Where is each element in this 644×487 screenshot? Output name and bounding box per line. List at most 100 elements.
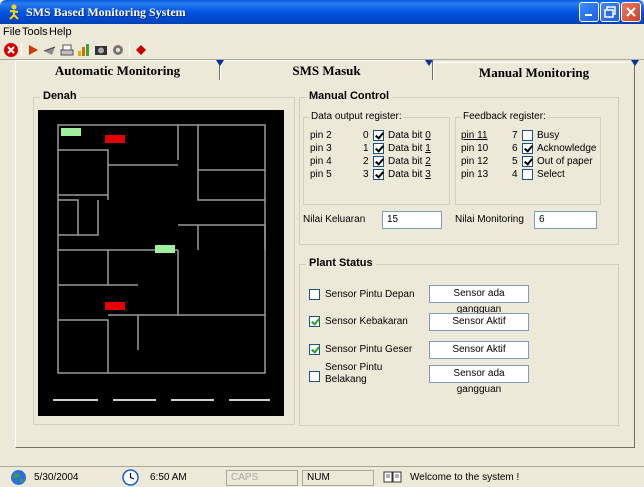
acknowledge-checkbox[interactable] [522, 143, 533, 154]
close-icon [626, 7, 636, 17]
sensor-kebakaran-checkbox[interactable] [309, 316, 320, 327]
out-of-paper-label: Out of paper [537, 156, 593, 167]
feedback-row: pin 13 4 Select [461, 169, 599, 181]
pin-label: pin 11 [461, 130, 488, 141]
status-caps: CAPS [226, 470, 298, 486]
nilai-keluaran-label: Nilai Keluaran [303, 214, 366, 225]
feedback-row: pin 10 6 Acknowledge [461, 143, 599, 155]
status-date: 5/30/2004 [10, 470, 120, 486]
window-title: SMS Based Monitoring System [26, 5, 186, 19]
data-bit-3-checkbox[interactable] [373, 169, 384, 180]
maximize-button[interactable] [600, 2, 620, 22]
plant-status-title: Plant Status [306, 257, 376, 269]
time-text: 6:50 AM [150, 472, 187, 483]
status-time: 6:50 AM [122, 469, 222, 486]
bit-number: 5 [512, 156, 518, 167]
record-icon[interactable] [133, 42, 149, 58]
status-bar: 5/30/2004 6:50 AM CAPS NUM Welcome to th… [0, 466, 644, 487]
output-row: pin 5 3 Data bit 3 [310, 169, 448, 181]
manual-monitoring-panel: Denah Manual Control Data output registe… [15, 80, 635, 448]
minimize-icon [585, 14, 592, 16]
close-button[interactable] [621, 2, 641, 22]
chart-icon[interactable] [76, 42, 92, 58]
printer-icon[interactable] [59, 42, 75, 58]
sensor-indicator-green [155, 245, 175, 253]
bit-number: 2 [363, 156, 369, 167]
bit-number: 6 [512, 143, 518, 154]
plant-status-group: Plant Status Sensor Pintu Depan Sensor a… [299, 257, 619, 426]
sensor-pintu-depan-status: Sensor ada gangguan [429, 285, 529, 315]
tab-marker [631, 60, 639, 66]
data-bit-0-label: Data bit 0 [388, 130, 431, 141]
output-row: pin 2 0 Data bit 0 [310, 130, 448, 142]
nilai-monitoring-label: Nilai Monitoring [455, 214, 524, 225]
out-of-paper-checkbox[interactable] [522, 156, 533, 167]
data-output-register-title: Data output register: [309, 111, 404, 122]
status-num: NUM [302, 470, 374, 486]
floor-plan-map [38, 110, 284, 416]
send-icon[interactable] [42, 42, 58, 58]
tab-sms-masuk[interactable]: SMS Masuk [220, 60, 433, 80]
clock-icon [122, 469, 139, 486]
sensor-pintu-geser-status: Sensor Aktif [429, 341, 529, 359]
tab-automatic-monitoring[interactable]: Automatic Monitoring [15, 60, 220, 80]
data-bit-1-checkbox[interactable] [373, 143, 384, 154]
app-icon [9, 4, 19, 20]
sensor-indicator-green [61, 128, 81, 136]
title-bar: SMS Based Monitoring System [0, 0, 644, 24]
acknowledge-label: Acknowledge [537, 143, 597, 154]
globe-icon [11, 470, 26, 485]
sensor-pintu-depan-checkbox[interactable] [309, 289, 320, 300]
menu-bar: File Tools Help [0, 24, 644, 40]
pin-label: pin 10 [461, 143, 489, 154]
minimize-button[interactable] [579, 2, 599, 22]
pin-label: pin 2 [310, 130, 332, 141]
status-message-text: Welcome to the system ! [410, 472, 520, 483]
pin-label: pin 12 [461, 156, 489, 167]
pin-label: pin 3 [310, 143, 332, 154]
sensor-pintu-belakang-label-line2: Belakang [325, 374, 367, 385]
manual-control-group: Manual Control Data output register: pin… [299, 90, 619, 245]
data-bit-1-label: Data bit 1 [388, 143, 431, 154]
tab-strip: Automatic Monitoring SMS Masuk Manual Mo… [15, 60, 639, 84]
menu-file[interactable]: File [3, 26, 21, 38]
data-bit-0-checkbox[interactable] [373, 130, 384, 141]
sensor-pintu-geser-label: Sensor Pintu Geser [325, 344, 413, 355]
sensor-pintu-belakang-label-line1: Sensor Pintu [325, 362, 383, 373]
select-checkbox[interactable] [522, 169, 533, 180]
menu-tools[interactable]: Tools [22, 26, 48, 38]
feedback-row: pin 12 5 Out of paper [461, 156, 599, 168]
data-bit-2-checkbox[interactable] [373, 156, 384, 167]
date-text: 5/30/2004 [34, 472, 79, 483]
data-bit-3-label: Data bit 3 [388, 169, 431, 180]
sensor-pintu-geser-checkbox[interactable] [309, 344, 320, 355]
settings-icon[interactable] [110, 42, 126, 58]
stop-icon[interactable] [3, 42, 19, 58]
bit-number: 4 [512, 169, 518, 180]
select-label: Select [537, 169, 565, 180]
toolbar [0, 40, 644, 60]
bit-number: 0 [363, 130, 369, 141]
sensor-indicator-red [105, 302, 125, 310]
data-bit-2-label: Data bit 2 [388, 156, 431, 167]
nilai-keluaran-field[interactable]: 15 [382, 211, 442, 229]
nilai-monitoring-field[interactable]: 6 [534, 211, 597, 229]
camera-icon[interactable] [93, 42, 109, 58]
sensor-pintu-belakang-status: Sensor ada gangguan [429, 365, 529, 395]
tab-marker [425, 60, 433, 66]
busy-checkbox[interactable] [522, 130, 533, 141]
sensor-kebakaran-label: Sensor Kebakaran [325, 316, 408, 327]
feedback-register-group: Feedback register: pin 11 7 Busy pin 10 … [455, 111, 601, 205]
pin-label: pin 4 [310, 156, 332, 167]
manual-control-title: Manual Control [306, 90, 393, 102]
feedback-register-title: Feedback register: [461, 111, 548, 122]
sensor-pintu-belakang-checkbox[interactable] [309, 371, 320, 382]
denah-title: Denah [40, 90, 80, 102]
pin-label: pin 13 [461, 169, 489, 180]
restore-icon [604, 6, 616, 18]
sensor-indicator-red [105, 135, 125, 143]
feedback-row: pin 11 7 Busy [461, 130, 599, 142]
play-icon[interactable] [25, 42, 41, 58]
tab-marker [216, 60, 224, 66]
menu-help[interactable]: Help [49, 26, 72, 38]
